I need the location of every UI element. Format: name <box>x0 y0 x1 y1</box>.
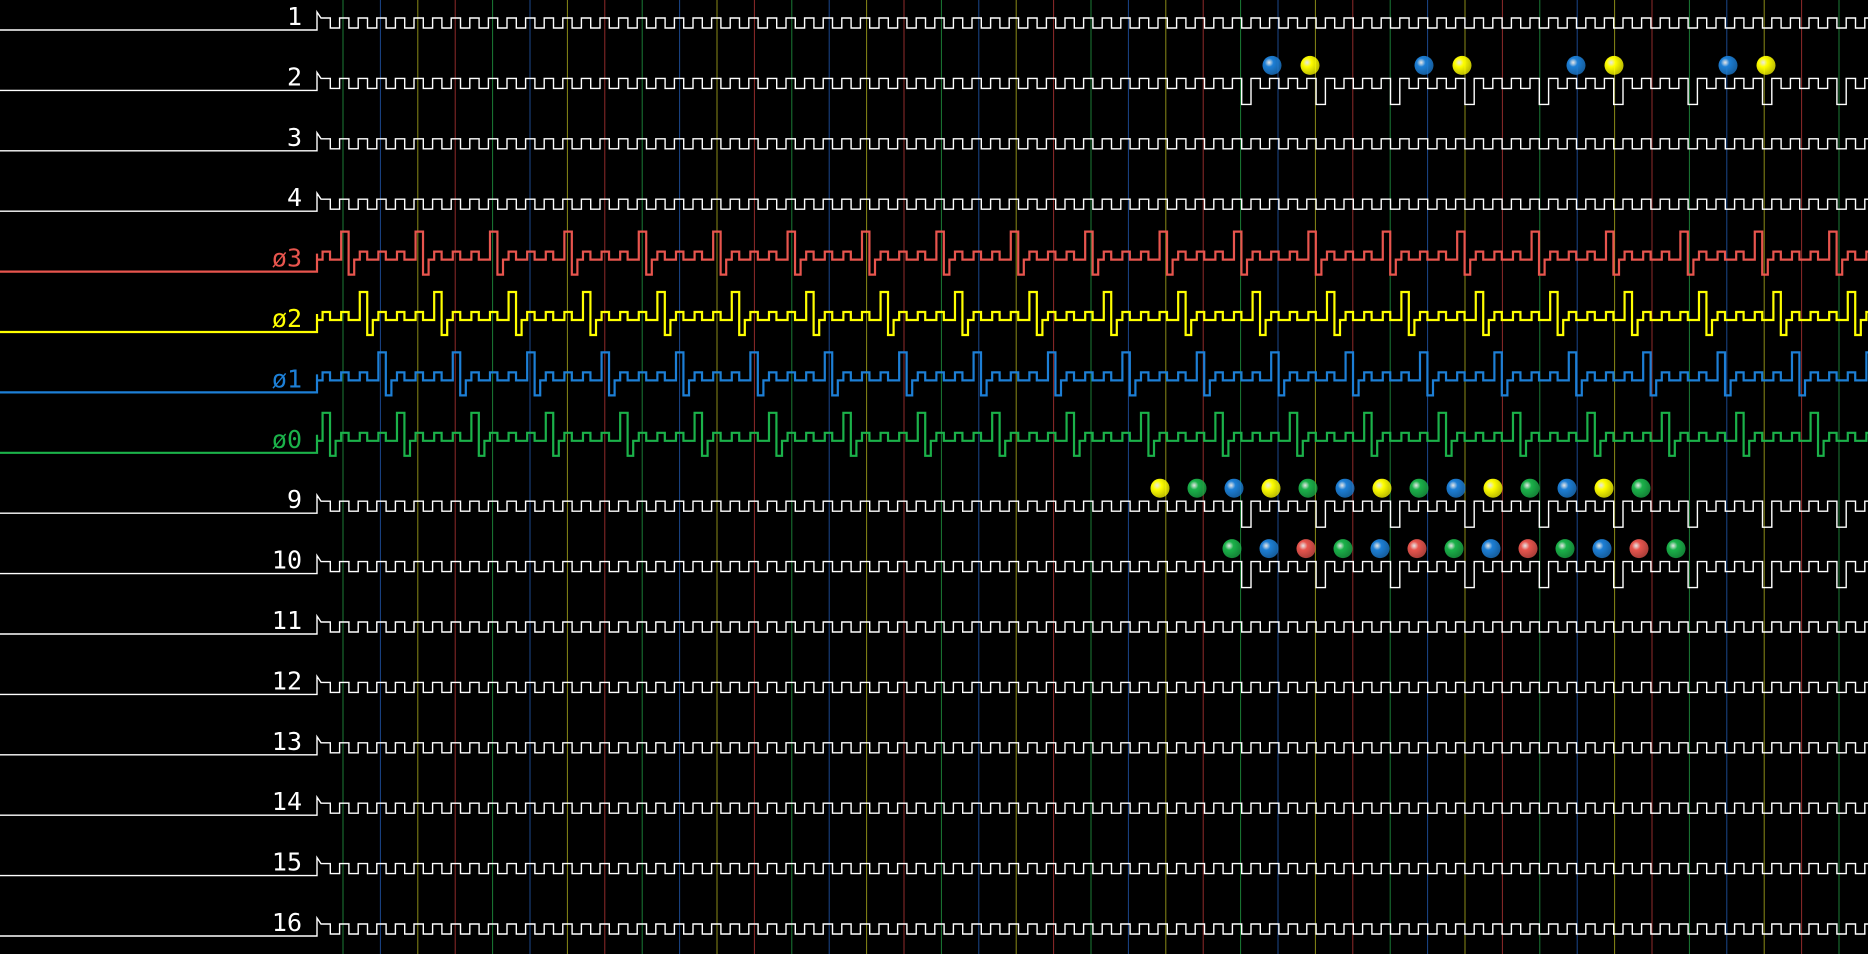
green-marker <box>1222 539 1242 559</box>
clock-trace <box>0 130 1868 152</box>
channel-label: 3 <box>287 123 302 152</box>
blue-marker <box>1335 478 1355 498</box>
logic-analyzer-view: 1 2 3 4 ø3 ø2 ø1 ø0 9 10 11 12 13 14 15 16 <box>0 0 1868 954</box>
channel-label: 12 <box>272 666 302 695</box>
channel-label: 16 <box>272 908 302 937</box>
yellow-marker <box>1452 55 1472 75</box>
clock-trace <box>0 190 1868 212</box>
green-marker <box>1666 539 1686 559</box>
yellow-marker <box>1604 55 1624 75</box>
channel-label: 9 <box>287 485 302 514</box>
channel-label: ø3 <box>272 244 302 273</box>
blue-marker <box>1259 539 1279 559</box>
blue-marker <box>1592 539 1612 559</box>
green-marker <box>1631 478 1651 498</box>
yellow-marker <box>1372 478 1392 498</box>
green-marker <box>1187 478 1207 498</box>
yellow-marker <box>1483 478 1503 498</box>
channel-labels: 1234ø3ø2ø1ø0910111213141516 <box>272 2 302 937</box>
green-marker <box>1520 478 1540 498</box>
green-marker <box>1409 478 1429 498</box>
yellow-marker <box>1150 478 1170 498</box>
channel-label: ø0 <box>272 425 302 454</box>
yellow-marker <box>1594 478 1614 498</box>
blue-marker <box>1481 539 1501 559</box>
clock-trace <box>0 70 1868 106</box>
green-marker <box>1333 539 1353 559</box>
channel-label: 15 <box>272 848 302 877</box>
red-marker <box>1518 539 1538 559</box>
timing-gridlines <box>342 0 1840 954</box>
clock-trace <box>0 492 1868 528</box>
blue-marker <box>1557 478 1577 498</box>
blue-marker <box>1370 539 1390 559</box>
yellow-marker <box>1300 55 1320 75</box>
red-marker <box>1629 539 1649 559</box>
channel-label: 2 <box>287 62 302 91</box>
yellow-marker <box>1261 478 1281 498</box>
channel-label: 4 <box>287 183 302 212</box>
blue-marker <box>1718 55 1738 75</box>
green-marker <box>1555 539 1575 559</box>
yellow-marker <box>1756 55 1776 75</box>
waveform-canvas: 1234ø3ø2ø1ø0910111213141516 <box>0 0 1868 954</box>
blue-marker <box>1414 55 1434 75</box>
channel-label: 1 <box>287 2 302 31</box>
channel-label: 14 <box>272 787 302 816</box>
red-marker <box>1296 539 1316 559</box>
blue-marker <box>1224 478 1244 498</box>
clock-trace <box>0 9 1868 31</box>
green-marker <box>1298 478 1318 498</box>
event-markers <box>1150 55 1776 559</box>
channel-label: 11 <box>272 606 302 635</box>
green-marker <box>1444 539 1464 559</box>
channel-label: ø2 <box>272 304 302 333</box>
blue-marker <box>1566 55 1586 75</box>
red-marker <box>1407 539 1427 559</box>
channel-label: ø1 <box>272 364 302 393</box>
blue-marker <box>1446 478 1466 498</box>
channel-label: 13 <box>272 727 302 756</box>
channel-label: 10 <box>272 546 302 575</box>
blue-marker <box>1262 55 1282 75</box>
